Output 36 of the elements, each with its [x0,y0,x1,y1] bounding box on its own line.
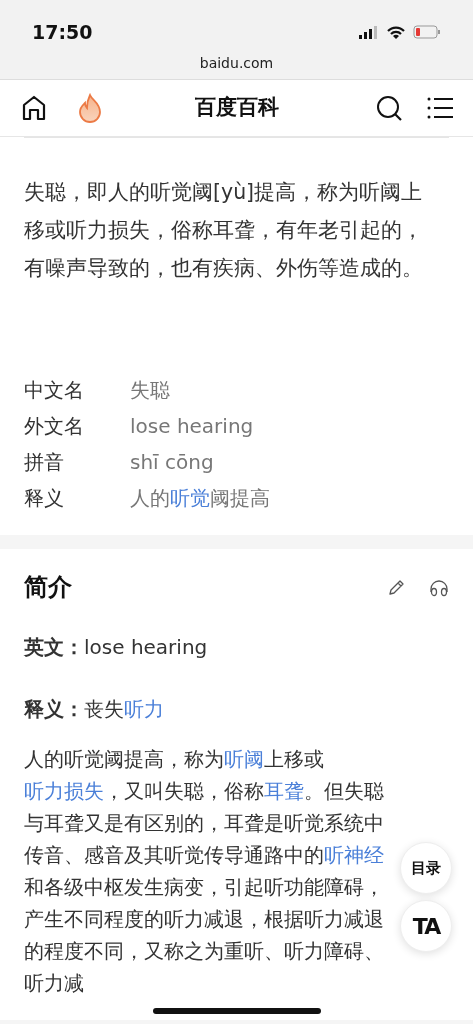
body-paragraph: 人的听觉阈提高，称为听阈上移或 听力损失，又叫失聪，俗称耳聋。但失聪与耳聋又是有区别的，耳聋是听觉系统中传音、感音及其听觉传导通路中的听神经 和各级中枢发生病变，引起听功能障碍，产生不同程度的听力减退，根据听力减退的程度不同，又称之为重听、听力障碍、听力减 [24,746,385,997]
info-value: lose hearing [130,413,254,440]
fact-label: 释义： [24,695,84,723]
text-link[interactable]: 听力损失 [24,779,104,803]
info-label: 释义 [24,485,65,512]
fact-value: 丧失听力 [84,695,164,723]
page-title: 百度百科 [194,94,279,122]
info-label: 拼音 [24,449,65,476]
flame-icon[interactable] [76,93,104,123]
home-icon [20,94,48,122]
info-value: 人的听觉阈提高 [130,485,270,512]
menu-icon [427,96,453,121]
wifi-icon [387,25,405,39]
fact-label: 英文： [24,633,84,661]
text-link[interactable]: 听觉 [170,486,210,510]
menu-button[interactable] [427,95,453,121]
search-button[interactable] [375,94,403,122]
section-title: 简介 [24,573,72,602]
signal-icon [359,25,379,39]
text-link[interactable]: 耳聋 [264,779,304,803]
fact-value: lose hearing [84,633,208,661]
info-label: 外文名 [24,413,85,440]
headphones-icon [429,578,449,597]
info-label: 中文名 [24,377,85,404]
battery-icon [413,25,441,40]
info-value: 失聪 [130,377,170,404]
text-link[interactable]: 听神经 [324,843,384,867]
info-value: shī cōng [130,449,214,476]
pencil-icon [387,578,405,597]
clock-time: 17:50 [32,20,93,45]
text-link[interactable]: 听力 [124,696,164,721]
url-text: baidu.com [199,54,274,71]
text-link[interactable]: 听阈 [224,747,264,771]
home-button[interactable] [20,94,48,122]
intro-paragraph: 失聪，即人的听觉阈[yù]提高，称为听阈上移或听力损失，俗称耳聋，有年老引起的，有噪声导致的，也有疾病、外伤等造成的。 [24,179,424,282]
search-icon [375,94,403,122]
